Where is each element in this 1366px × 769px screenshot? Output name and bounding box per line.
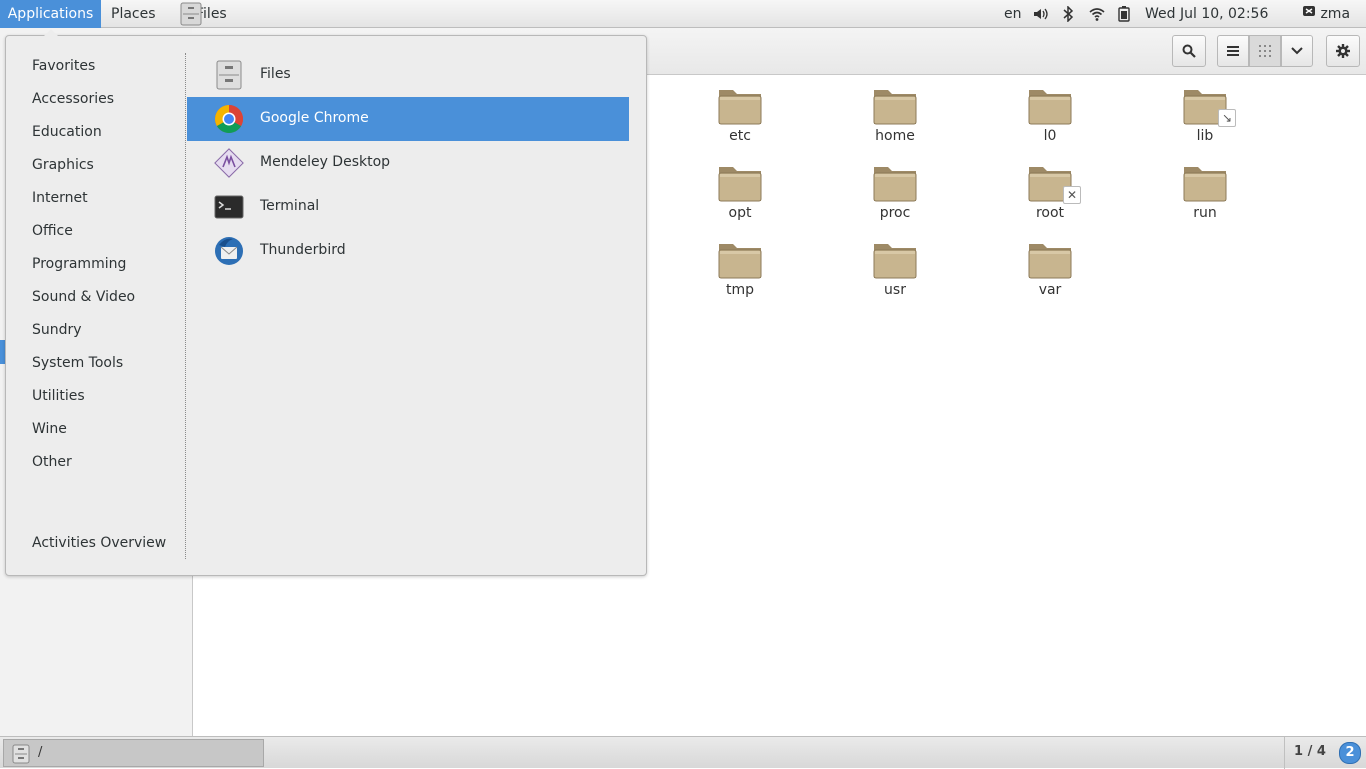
terminal-icon xyxy=(213,191,245,223)
folder-label: home xyxy=(875,128,915,144)
file-cabinet-icon xyxy=(213,59,245,91)
gear-icon xyxy=(1336,44,1350,58)
wifi-icon[interactable] xyxy=(1089,0,1105,28)
list-icon xyxy=(1227,46,1239,56)
folder-icon xyxy=(1000,84,1100,126)
volume-icon[interactable] xyxy=(1032,0,1048,28)
app-item-label: Files xyxy=(260,66,291,82)
menu-category-other[interactable]: Other xyxy=(32,454,72,470)
menu-category-wine[interactable]: Wine xyxy=(32,421,67,437)
folder-icon xyxy=(1000,161,1100,203)
activities-overview-item[interactable]: Activities Overview xyxy=(32,535,166,551)
folder-label: usr xyxy=(884,282,906,298)
view-options-button[interactable] xyxy=(1281,35,1313,67)
no-access-emblem-icon: ✕ xyxy=(1063,186,1081,204)
app-item-mendeley-desktop[interactable]: Mendeley Desktop xyxy=(187,141,629,185)
folder-icon xyxy=(1000,238,1100,280)
folder-var[interactable]: var xyxy=(1000,238,1100,298)
menu-pointer xyxy=(44,29,58,36)
folder-label: root xyxy=(1035,205,1065,221)
chevron-down-icon xyxy=(1291,47,1303,55)
grid-view-button[interactable] xyxy=(1249,35,1281,67)
folder-icon xyxy=(845,161,945,203)
folder-label: lib xyxy=(1196,128,1214,144)
folder-label: var xyxy=(1038,282,1062,298)
places-menu-button[interactable]: Places xyxy=(111,0,156,28)
taskbar-item-label: / xyxy=(38,745,43,760)
folder-icon xyxy=(1155,161,1255,203)
menu-category-system-tools[interactable]: System Tools xyxy=(32,355,123,371)
menu-category-graphics[interactable]: Graphics xyxy=(32,157,94,173)
folder-icon xyxy=(690,84,790,126)
folder-label: proc xyxy=(879,205,911,221)
folder-run[interactable]: run xyxy=(1155,161,1255,221)
grid-icon xyxy=(1259,45,1271,57)
folder-usr[interactable]: usr xyxy=(845,238,945,298)
app-item-label: Google Chrome xyxy=(260,110,369,126)
menu-category-utilities[interactable]: Utilities xyxy=(32,388,85,404)
folder-label: tmp xyxy=(725,282,754,298)
message-tray-badge[interactable]: 2 xyxy=(1339,742,1361,764)
file-cabinet-icon xyxy=(12,744,30,764)
language-indicator[interactable]: en xyxy=(1004,0,1022,28)
app-item-label: Mendeley Desktop xyxy=(260,154,391,170)
search-button[interactable] xyxy=(1172,35,1206,67)
folder-label: run xyxy=(1193,205,1217,221)
bluetooth-icon[interactable] xyxy=(1062,0,1074,28)
folder-lib[interactable]: lib ↘ xyxy=(1155,84,1255,144)
folder-opt[interactable]: opt xyxy=(690,161,790,221)
files-app-menu-button[interactable]: Files xyxy=(180,0,227,28)
user-status-icon xyxy=(1303,6,1315,16)
app-item-terminal[interactable]: Terminal xyxy=(187,185,629,229)
chrome-icon xyxy=(213,103,245,135)
menu-category-sound-video[interactable]: Sound & Video xyxy=(32,289,135,305)
workspace-indicator[interactable]: 1 / 4 xyxy=(1284,737,1335,769)
folder-home[interactable]: home xyxy=(845,84,945,144)
applications-menu: Favorites Accessories Education Graphics Int… xyxy=(5,29,647,576)
menu-divider xyxy=(185,53,186,559)
user-name: zma xyxy=(1320,6,1351,22)
folder-icon xyxy=(845,238,945,280)
folder-icon xyxy=(690,161,790,203)
folder-label: l0 xyxy=(1043,128,1057,144)
app-item-label: Thunderbird xyxy=(260,242,346,258)
menu-category-education[interactable]: Education xyxy=(32,124,102,140)
menu-category-office[interactable]: Office xyxy=(32,223,73,239)
folder-root[interactable]: root ✕ xyxy=(1000,161,1100,221)
folder-tmp[interactable]: tmp xyxy=(690,238,790,298)
menu-category-internet[interactable]: Internet xyxy=(32,190,88,206)
folder-proc[interactable]: proc xyxy=(845,161,945,221)
bottom-panel: / 1 / 4 2 xyxy=(0,736,1366,769)
list-view-button[interactable] xyxy=(1217,35,1249,67)
menu-category-accessories[interactable]: Accessories xyxy=(32,91,114,107)
app-item-thunderbird[interactable]: Thunderbird xyxy=(187,229,629,273)
folder-etc[interactable]: etc xyxy=(690,84,790,144)
search-icon xyxy=(1182,44,1196,58)
menu-category-sundry[interactable]: Sundry xyxy=(32,322,82,338)
folder-icon xyxy=(690,238,790,280)
mendeley-icon xyxy=(213,147,245,179)
battery-icon[interactable] xyxy=(1118,0,1130,28)
app-item-files[interactable]: Files xyxy=(187,53,629,97)
folder-l0[interactable]: l0 xyxy=(1000,84,1100,144)
menu-category-programming[interactable]: Programming xyxy=(32,256,126,272)
file-cabinet-icon xyxy=(180,2,202,26)
app-item-label: Terminal xyxy=(260,198,320,214)
folder-icon xyxy=(845,84,945,126)
thunderbird-icon xyxy=(213,235,245,267)
taskbar-item-files[interactable]: / xyxy=(3,739,264,767)
applications-menu-button[interactable]: Applications xyxy=(0,0,101,28)
menu-category-favorites[interactable]: Favorites xyxy=(32,58,95,74)
folder-label: opt xyxy=(728,205,752,221)
folder-icon xyxy=(1155,84,1255,126)
user-menu[interactable]: zma xyxy=(1302,0,1350,28)
top-panel: Applications Places Files en Wed Jul 10,… xyxy=(0,0,1366,28)
settings-button[interactable] xyxy=(1326,35,1360,67)
clock[interactable]: Wed Jul 10, 02:56 xyxy=(1145,0,1268,28)
folder-label: etc xyxy=(729,128,751,144)
app-item-google-chrome[interactable]: Google Chrome xyxy=(187,97,629,141)
symlink-emblem-icon: ↘ xyxy=(1218,109,1236,127)
